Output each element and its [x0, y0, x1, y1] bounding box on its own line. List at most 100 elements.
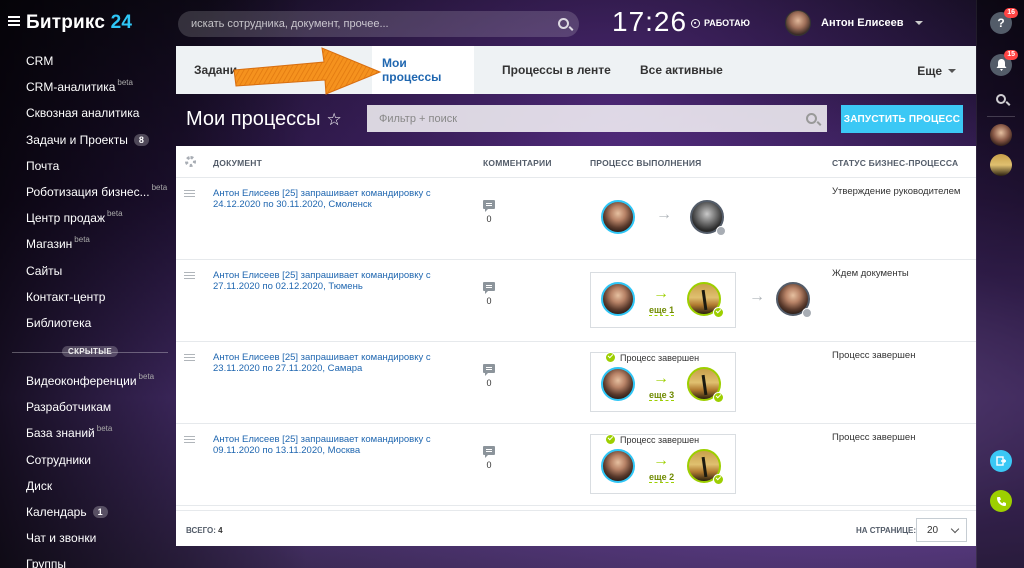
- avatar[interactable]: [601, 282, 635, 316]
- start-process-button[interactable]: ЗАПУСТИТЬ ПРОЦЕСС: [841, 105, 963, 133]
- sidebar-item[interactable]: Видеоконференции beta: [26, 371, 155, 389]
- global-search[interactable]: [178, 11, 579, 37]
- sidebar-item[interactable]: Контакт-центр: [26, 290, 105, 304]
- clock: 17:26: [612, 6, 688, 37]
- comments-cell[interactable]: 0: [482, 446, 496, 470]
- sidebar-item[interactable]: Чат и звонки: [26, 531, 96, 545]
- rail-divider: [987, 116, 1015, 117]
- page-title: Мои процессы ☆: [186, 108, 342, 131]
- search-icon[interactable]: [558, 18, 569, 29]
- sidebar-item[interactable]: Календарь 1: [26, 505, 108, 519]
- beta-tag: beta: [138, 371, 155, 381]
- sidebar-item-label: Чат и звонки: [26, 531, 97, 546]
- sidebar-item[interactable]: Группы: [26, 557, 66, 568]
- filter-search[interactable]: [367, 105, 827, 132]
- search-input[interactable]: [178, 11, 579, 37]
- open-lines-button[interactable]: [990, 450, 1012, 472]
- help-button[interactable]: ? 16: [990, 8, 1018, 34]
- column-comments[interactable]: КОММЕНТАРИИ: [483, 158, 552, 168]
- drag-handle-icon[interactable]: [184, 272, 195, 279]
- document-link[interactable]: Антон Елисеев [25] запрашивает командиро…: [213, 352, 443, 374]
- column-status[interactable]: СТАТУС БИЗНЕС-ПРОЦЕССА: [832, 158, 958, 168]
- call-button[interactable]: [990, 490, 1012, 512]
- sidebar-item[interactable]: Сквозная аналитика: [26, 106, 139, 120]
- notifications-button[interactable]: 15: [990, 50, 1018, 76]
- contact-avatar[interactable]: [990, 124, 1012, 146]
- grid-header: ДОКУМЕНТ КОММЕНТАРИИ ПРОЦЕСС ВЫПОЛНЕНИЯ …: [176, 146, 976, 178]
- process-status: Ждем документы: [832, 268, 909, 279]
- drag-handle-icon[interactable]: [184, 190, 195, 197]
- sidebar-item[interactable]: Разработчикам: [26, 400, 111, 414]
- star-icon[interactable]: ☆: [327, 110, 342, 130]
- comments-cell[interactable]: 0: [482, 364, 496, 388]
- more-steps-link[interactable]: еще 2: [649, 472, 675, 483]
- comments-cell[interactable]: 0: [482, 200, 496, 224]
- sidebar-item[interactable]: CRM: [26, 54, 53, 68]
- comment-icon: [483, 446, 495, 458]
- tab-processes-in-feed[interactable]: Процессы в ленте: [492, 46, 621, 94]
- table-row[interactable]: Антон Елисеев [25] запрашивает командиро…: [176, 342, 976, 424]
- filter-input[interactable]: [367, 105, 827, 132]
- gear-icon[interactable]: [185, 156, 196, 167]
- beta-tag: beta: [74, 234, 90, 244]
- tabs-more-label: Еще: [917, 64, 942, 78]
- sidebar-item-label: Видеоконференции: [26, 374, 137, 388]
- table-row[interactable]: Антон Елисеев [25] запрашивает командиро…: [176, 178, 976, 260]
- tab-my-processes[interactable]: Мои процессы: [372, 46, 474, 94]
- sidebar-item[interactable]: Центр продаж beta: [26, 208, 123, 226]
- sidebar-item[interactable]: База знаний beta: [26, 424, 112, 441]
- tabs-more-button[interactable]: Еще: [917, 64, 956, 78]
- drag-handle-icon[interactable]: [184, 354, 195, 361]
- beta-tag: beta: [106, 208, 123, 218]
- contact-avatar[interactable]: [990, 154, 1012, 176]
- search-button[interactable]: [990, 88, 1012, 110]
- sidebar-item-label: Группы: [26, 557, 66, 568]
- column-document[interactable]: ДОКУМЕНТ: [213, 158, 262, 168]
- sidebar-item[interactable]: Сотрудники: [26, 453, 91, 467]
- annotation-arrow-icon: [233, 47, 382, 95]
- sidebar-item-label: Библиотека: [26, 316, 92, 330]
- avatar[interactable]: [601, 449, 635, 483]
- document-link[interactable]: Антон Елисеев [25] запрашивает командиро…: [213, 188, 443, 210]
- more-steps-link[interactable]: еще 1: [649, 305, 675, 316]
- tab-all-active[interactable]: Все активные: [630, 46, 733, 94]
- table-row[interactable]: Антон Елисеев [25] запрашивает командиро…: [176, 260, 976, 342]
- per-page-select[interactable]: 20: [916, 518, 967, 542]
- search-icon[interactable]: [806, 113, 817, 124]
- sidebar-item[interactable]: Диск: [26, 479, 52, 493]
- sidebar-item[interactable]: Задачи и Проекты 8: [26, 133, 149, 147]
- top-bar: Битрикс 24 17:26 РАБОТАЮ Антон Елисеев: [0, 0, 976, 46]
- user-menu[interactable]: Антон Елисеев: [785, 10, 924, 36]
- sidebar-item[interactable]: Почта: [26, 159, 59, 173]
- search-icon: [996, 94, 1006, 104]
- sidebar-item[interactable]: Магазин beta: [26, 234, 90, 252]
- sidebar-item-label: Сквозная аналитика: [26, 106, 140, 121]
- logo-number: 24: [110, 12, 133, 33]
- document-link[interactable]: Антон Елисеев [25] запрашивает командиро…: [213, 434, 443, 456]
- help-badge: 16: [1004, 8, 1018, 18]
- hidden-section-label[interactable]: СКРЫТЫЕ: [62, 346, 118, 357]
- comment-count: 0: [486, 378, 492, 388]
- sidebar-item-label: Задачи и Проекты: [26, 132, 128, 147]
- door-icon: [996, 456, 1006, 466]
- avatar[interactable]: [601, 200, 635, 234]
- comments-cell[interactable]: 0: [482, 282, 496, 306]
- sidebar-item[interactable]: Библиотека: [26, 316, 91, 330]
- table-row[interactable]: Антон Елисеев [25] запрашивает командиро…: [176, 424, 976, 506]
- document-link[interactable]: Антон Елисеев [25] запрашивает командиро…: [213, 270, 443, 292]
- arrow-right-icon: →: [653, 452, 669, 469]
- process-done-label: Процесс завершен: [620, 434, 700, 445]
- menu-icon[interactable]: [8, 16, 20, 26]
- sidebar-item-label: Центр продаж: [26, 211, 105, 226]
- sidebar-item[interactable]: CRM-аналитика beta: [26, 78, 133, 95]
- more-steps-link[interactable]: еще 3: [649, 390, 675, 401]
- process-done-header: Процесс завершен: [605, 434, 699, 445]
- avatar[interactable]: [601, 367, 635, 401]
- drag-handle-icon[interactable]: [184, 436, 195, 443]
- logo[interactable]: Битрикс 24: [26, 12, 132, 34]
- sidebar-item[interactable]: Сайты: [26, 264, 62, 278]
- sidebar-item[interactable]: Роботизация бизнес... beta: [26, 183, 167, 200]
- work-status-button[interactable]: РАБОТАЮ: [691, 18, 750, 28]
- column-process[interactable]: ПРОЦЕСС ВЫПОЛНЕНИЯ: [590, 158, 702, 168]
- record-icon: [691, 18, 700, 28]
